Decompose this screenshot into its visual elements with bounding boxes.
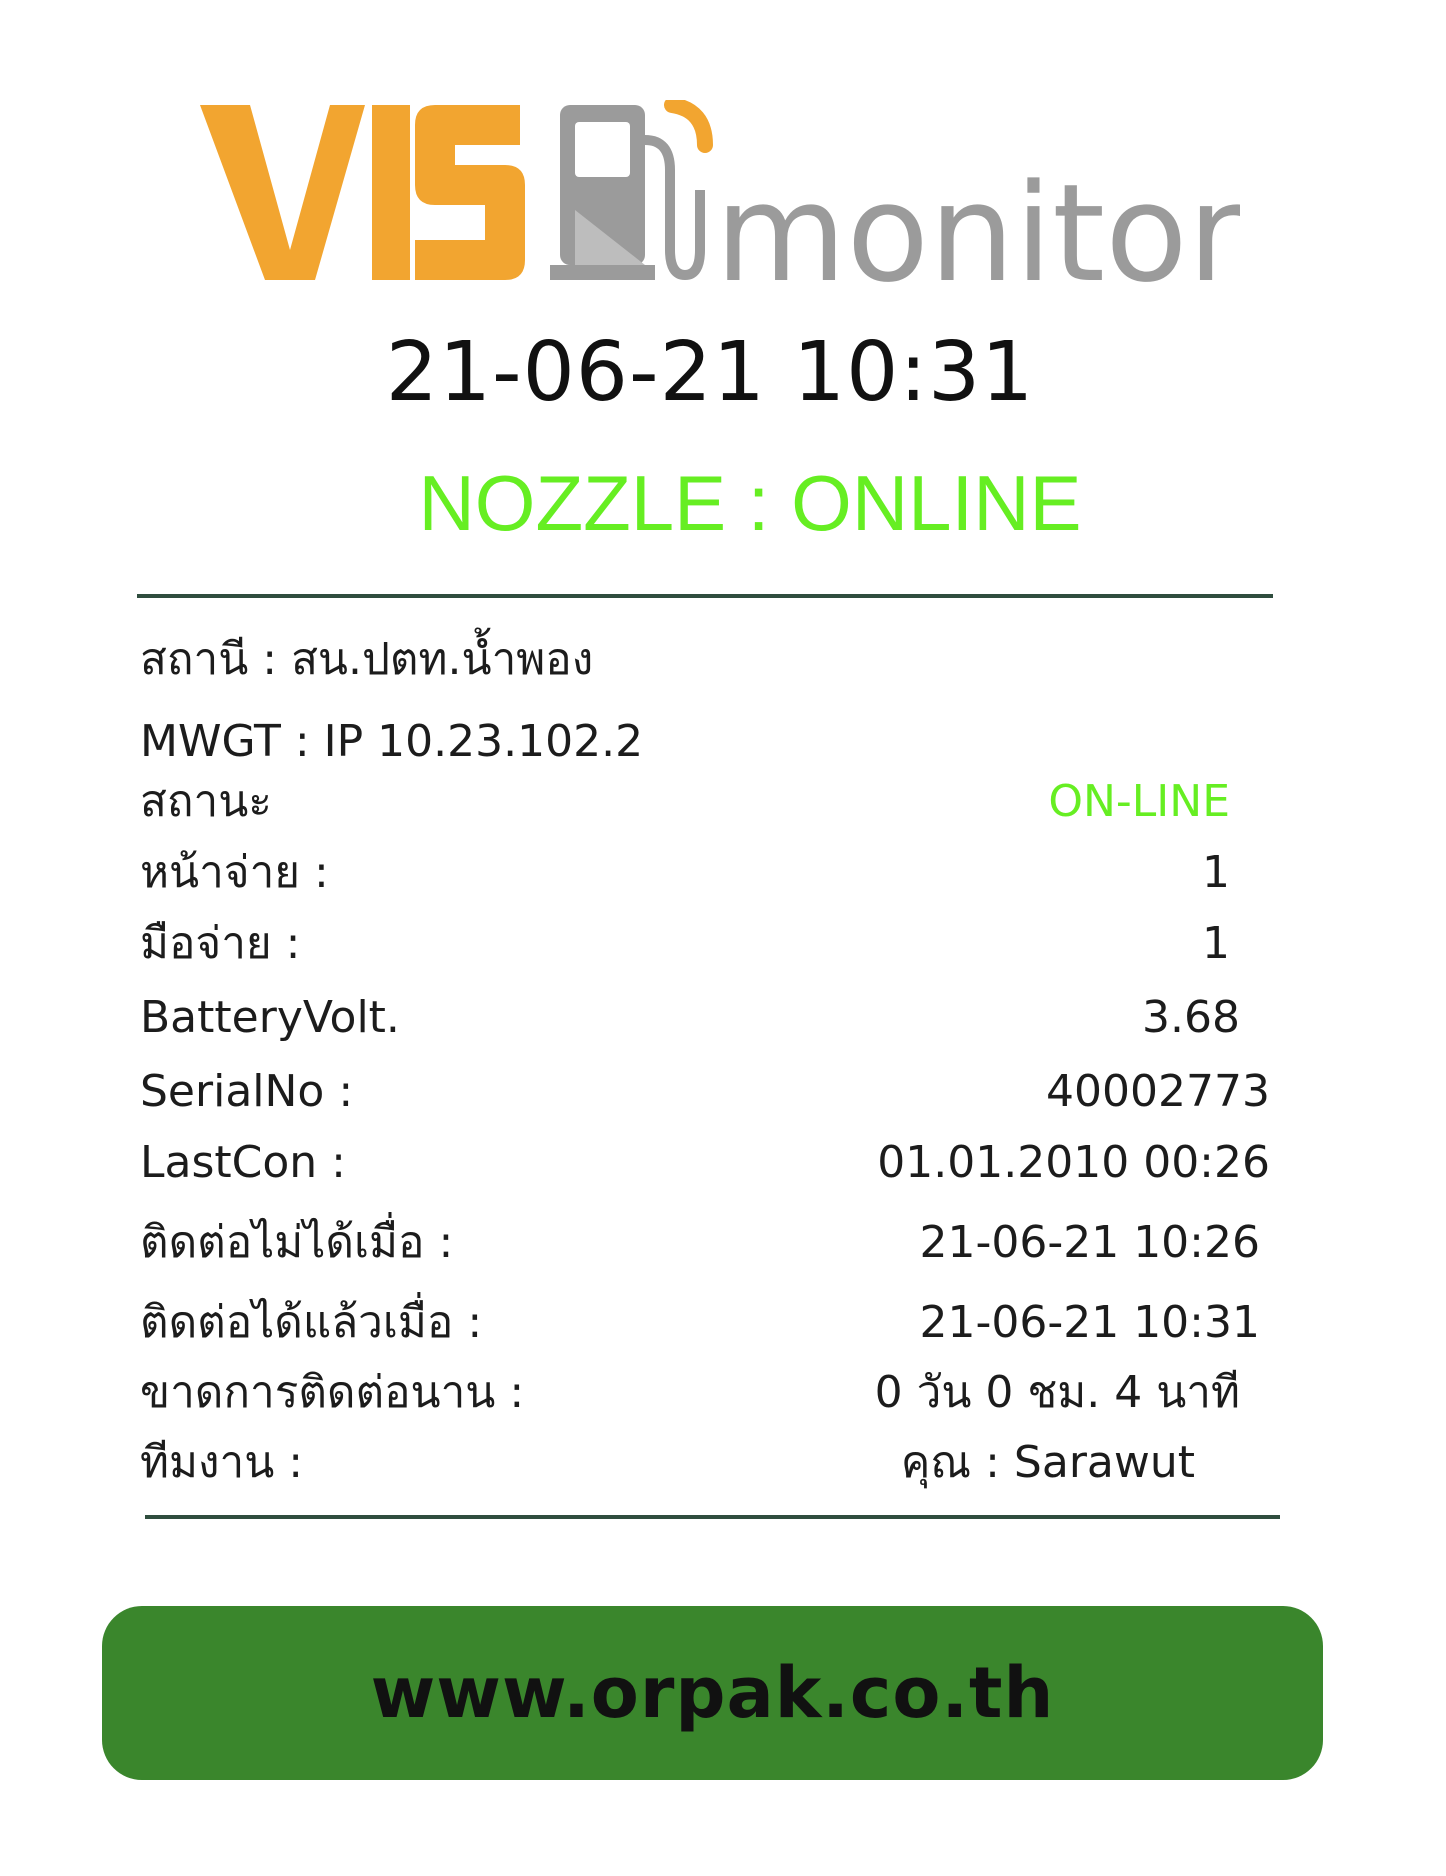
logo-product-text: monitor [715, 155, 1240, 300]
mwgt-row: MWGT : IP 10.23.102.2 [140, 712, 1280, 772]
logo-letter-i [372, 105, 410, 280]
website-button[interactable]: www.orpak.co.th [102, 1606, 1323, 1780]
logo-letter-v [200, 105, 365, 280]
disconnected-at-value: 21-06-21 10:26 [919, 1217, 1260, 1268]
dispenser-value: 1 [1202, 847, 1230, 898]
team-label: ทีมงาน : [140, 1437, 304, 1488]
reconnected-at-row: ติดต่อได้แล้วเมื่อ : 21-06-21 10:31 [140, 1293, 1280, 1353]
nozzle-status: NOZZLE : ONLINE [418, 459, 1082, 547]
bottom-divider [145, 1515, 1280, 1519]
battery-row: BatteryVolt. 3.68 [140, 988, 1280, 1048]
serial-row: SerialNo : 40002773 [140, 1062, 1280, 1122]
station-text: สถานี : สน.ปตท.น้ำพอง [140, 634, 594, 685]
top-divider [137, 594, 1273, 598]
dispenser-row: หน้าจ่าย : 1 [140, 843, 1280, 903]
battery-label: BatteryVolt. [140, 992, 400, 1043]
team-value: คุณ : Sarawut [900, 1437, 1195, 1488]
downtime-value: 0 วัน 0 ชม. 4 นาที [874, 1367, 1240, 1418]
mwgt-text: MWGT : IP 10.23.102.2 [140, 716, 644, 767]
report-datetime: 21-06-21 10:31 [385, 325, 1035, 420]
status-row: สถานะ ON-LINE [140, 772, 1280, 832]
website-link-text[interactable]: www.orpak.co.th [371, 1652, 1055, 1734]
battery-value: 3.68 [1142, 992, 1240, 1043]
station-row: สถานี : สน.ปตท.น้ำพอง [140, 630, 1280, 690]
lastcon-row: LastCon : 01.01.2010 00:26 [140, 1133, 1280, 1193]
lastcon-value: 01.01.2010 00:26 [877, 1137, 1270, 1188]
nozzle-row: มือจ่าย : 1 [140, 914, 1280, 974]
serial-value: 40002773 [1046, 1066, 1270, 1117]
disconnected-at-row: ติดต่อไม่ได้เมื่อ : 21-06-21 10:26 [140, 1213, 1280, 1273]
fuel-pump-icon [550, 100, 713, 281]
logo-letter-s [415, 105, 525, 280]
downtime-row: ขาดการติดต่อนาน : 0 วัน 0 ชม. 4 นาที [140, 1363, 1280, 1423]
status-value: ON-LINE [1048, 776, 1230, 827]
disconnected-at-label: ติดต่อไม่ได้เมื่อ : [140, 1217, 454, 1268]
vis-monitor-logo: monitor [200, 100, 1240, 300]
serial-label: SerialNo : [140, 1066, 354, 1117]
team-row: ทีมงาน : คุณ : Sarawut [140, 1433, 1280, 1493]
reconnected-at-value: 21-06-21 10:31 [919, 1297, 1260, 1348]
lastcon-label: LastCon : [140, 1137, 346, 1188]
reconnected-at-label: ติดต่อได้แล้วเมื่อ : [140, 1297, 483, 1348]
downtime-label: ขาดการติดต่อนาน : [140, 1367, 525, 1418]
dispenser-label: หน้าจ่าย : [140, 847, 329, 898]
nozzle-value: 1 [1202, 918, 1230, 969]
status-label: สถานะ [140, 776, 272, 827]
nozzle-label: มือจ่าย : [140, 918, 301, 969]
